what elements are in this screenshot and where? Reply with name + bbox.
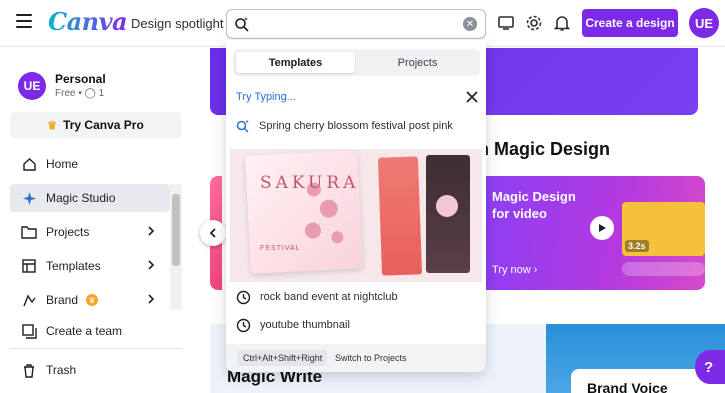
blossom-shape xyxy=(319,199,339,219)
menu-icon[interactable] xyxy=(16,14,32,28)
crown-icon: ♛ xyxy=(47,119,58,132)
dark-card xyxy=(426,155,470,273)
sidebar-item-home[interactable]: Home xyxy=(10,150,170,178)
recent-search-text: rock band event at nightclub xyxy=(260,291,398,303)
play-icon[interactable] xyxy=(590,216,614,240)
templates-icon xyxy=(20,257,38,275)
member-count: 1 xyxy=(98,88,105,99)
sidebar-item-create-team[interactable]: Create a team xyxy=(10,317,170,345)
clock-icon xyxy=(236,290,251,304)
plan-label: Free • xyxy=(55,88,82,99)
blossom-shape xyxy=(331,230,344,244)
sidebar-item-magic-studio[interactable]: Magic Studio xyxy=(10,184,170,212)
search-dropdown: Templates Projects Try Typing... Spring … xyxy=(226,40,486,372)
audio-waveform xyxy=(622,262,705,276)
chevron-left-icon xyxy=(209,228,216,238)
sidebar-item-templates[interactable]: Templates xyxy=(10,252,170,280)
blossom-shape xyxy=(436,195,458,217)
sidebar-item-trash[interactable]: Trash xyxy=(10,356,170,384)
preview-subtitle: FESTIVAL xyxy=(260,245,301,252)
try-now-link[interactable]: Try now › xyxy=(492,264,537,276)
bell-icon[interactable] xyxy=(551,12,573,34)
magic-design-video-card[interactable]: Magic Design for video Try now › 3.2s xyxy=(482,176,705,290)
search-input[interactable]: ✕ xyxy=(226,9,486,39)
keyboard-shortcut: Ctrl+Alt+Shift+Right xyxy=(238,350,328,366)
magic-search-icon xyxy=(235,17,249,32)
gear-icon[interactable] xyxy=(523,12,545,34)
home-icon xyxy=(20,155,38,173)
sidebar-item-label: Templates xyxy=(46,259,101,273)
coral-card xyxy=(377,156,423,276)
sidebar-item-label: Projects xyxy=(46,225,90,239)
account-name[interactable]: Personal xyxy=(55,72,106,86)
sakura-card xyxy=(244,150,364,274)
brand-icon xyxy=(20,291,38,309)
close-icon[interactable] xyxy=(465,90,479,104)
trash-icon xyxy=(20,361,38,379)
sidebar-item-label: Create a team xyxy=(46,324,123,338)
sidebar-item-label: Trash xyxy=(46,363,77,377)
magic-suggestion-item[interactable]: Spring cherry blossom festival post pink xyxy=(236,115,453,137)
tab-templates[interactable]: Templates xyxy=(236,52,355,73)
search-scope-tabs: Templates Projects xyxy=(233,49,480,76)
sparkle-icon xyxy=(20,189,38,207)
avatar[interactable]: UE xyxy=(689,8,719,38)
sidebar-divider xyxy=(10,348,182,349)
folder-icon xyxy=(20,223,38,241)
carousel-prev-button[interactable] xyxy=(200,220,226,246)
present-icon[interactable] xyxy=(495,12,517,34)
brand-voice-title: Brand Voice xyxy=(587,380,668,393)
recent-search-text: youtube thumbnail xyxy=(260,319,350,331)
magic-search-icon xyxy=(236,119,249,133)
section-heading: th Magic Design xyxy=(472,139,611,159)
chevron-right-icon xyxy=(148,260,155,270)
sidebar-item-brand[interactable]: Brand ♛ xyxy=(10,286,170,314)
tab-projects[interactable]: Projects xyxy=(358,52,477,73)
chevron-right-icon: › xyxy=(533,264,538,276)
person-icon: ◯ xyxy=(84,88,96,99)
clear-search-icon[interactable]: ✕ xyxy=(463,17,477,31)
sidebar: UE Personal Free • ◯ 1 ♛ Try Canva Pro H… xyxy=(0,48,192,393)
recent-search-item[interactable]: rock band event at nightclub xyxy=(236,286,398,308)
pro-crown-icon: ♛ xyxy=(86,294,99,306)
shortcut-hint-bar: Ctrl+Alt+Shift+Right Switch to Projects xyxy=(226,344,486,372)
account-avatar[interactable]: UE xyxy=(18,72,46,100)
clock-icon xyxy=(236,318,251,332)
template-preview-image[interactable]: SAKURA FESTIVAL xyxy=(230,149,482,282)
try-canva-pro-button[interactable]: ♛ Try Canva Pro xyxy=(10,112,181,138)
try-now-label: Try now xyxy=(492,264,531,276)
shortcut-hint: Switch to Projects xyxy=(335,353,407,363)
account-plan: Free • ◯ 1 xyxy=(55,88,104,99)
help-button[interactable]: ? xyxy=(695,350,725,384)
chevron-right-icon xyxy=(148,294,155,304)
design-spotlight-label: Design spotlight xyxy=(131,16,224,31)
sidebar-item-projects[interactable]: Projects xyxy=(10,218,170,246)
video-card-title: Magic Design for video xyxy=(492,189,576,221)
sidebar-scroll-thumb[interactable] xyxy=(172,194,180,266)
design-spotlight-menu[interactable]: Design spotlight xyxy=(131,16,238,31)
sidebar-item-label: Brand xyxy=(46,293,79,307)
suggestion-text: Spring cherry blossom festival post pink xyxy=(259,120,453,132)
chevron-right-icon xyxy=(148,226,155,236)
sidebar-item-label: Magic Studio xyxy=(46,191,116,205)
clip-duration: 3.2s xyxy=(625,240,649,252)
blossom-shape xyxy=(304,222,322,239)
team-icon xyxy=(20,322,38,340)
canva-logo[interactable]: Canva xyxy=(48,7,128,36)
try-typing-label: Try Typing... xyxy=(236,91,296,103)
try-pro-label: Try Canva Pro xyxy=(63,118,144,132)
create-design-button[interactable]: Create a design xyxy=(582,9,678,37)
recent-search-item[interactable]: youtube thumbnail xyxy=(236,314,350,336)
sidebar-item-label: Home xyxy=(46,157,79,171)
preview-title: SAKURA xyxy=(260,173,355,193)
